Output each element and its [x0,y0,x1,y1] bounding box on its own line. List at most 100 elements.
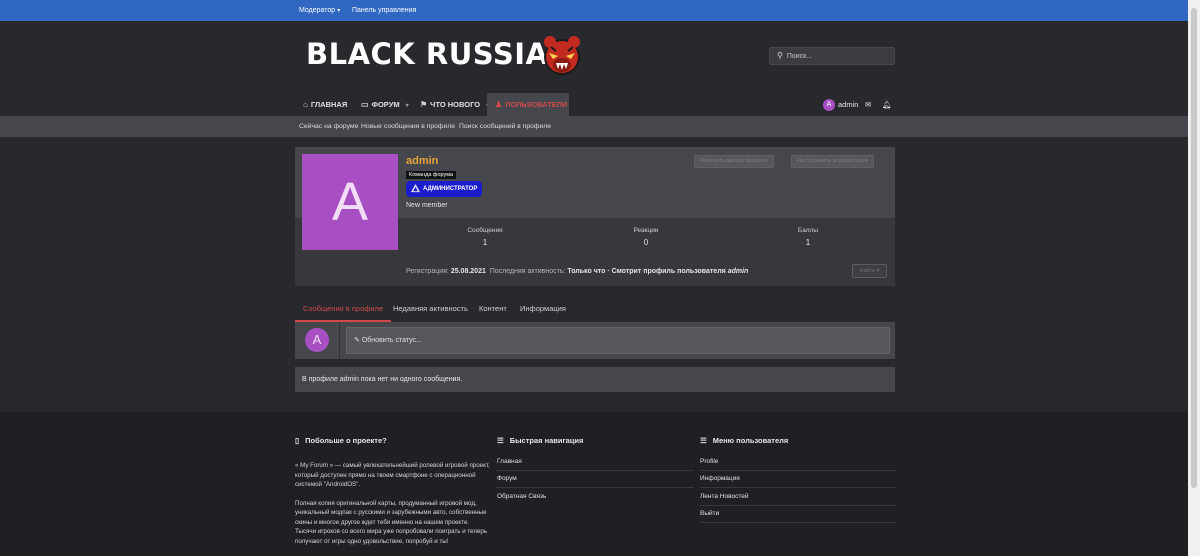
nav-title-label: Быстрая навигация [509,436,584,445]
last-activity-value: Только что · Смотрит профиль пользовател… [567,268,726,275]
admin-badge-label: АДМИНИСТРАТОР [423,186,478,192]
stat-reactions-label: Реакции [633,227,659,234]
user-title: New member [406,202,448,209]
search-placeholder: Поиск... [786,53,813,60]
bell-icon[interactable]: 🔔︎ [882,97,892,112]
chevron-down-icon: ▾ [864,158,868,164]
nav-tab-whats-new[interactable]: ⚑ЧТО НОВОГО▾ [420,93,489,116]
nav-tab-home[interactable]: ⌂ ГЛАВНАЯ [303,93,347,116]
nav-forum-label: ФОРУМ [371,100,400,109]
site-footer: ▯ Побольше о проекте? « My Forum » — самы… [0,412,1188,556]
last-activity-label: Последняя активность: [489,268,566,275]
user-menu[interactable]: Aadmin [823,97,858,112]
scrollbar[interactable] [1188,0,1200,556]
mail-icon[interactable]: ✉ [865,97,871,112]
about-paragraph-1: « My Forum » — самый увлекательнейший ро… [295,462,490,488]
tab-content[interactable]: Контент [479,299,507,322]
empty-profile-message: В профиле admin пока нет ни одного сообщ… [295,367,895,392]
moderator-tools-button[interactable]: Инструменты модератора ▾ [791,155,874,168]
nav-users-label: ПОЛЬЗОВАТЕЛИ [505,100,568,109]
moderator-label: Модератор [299,7,336,14]
profile-avatar[interactable]: A [302,154,398,250]
search-input[interactable]: ⚲ Поиск... [769,47,895,65]
divider [497,487,694,488]
find-button-label: Найти [859,268,876,274]
chevron-down-icon: ▾ [337,8,341,14]
status-placeholder: Обновить статус... [361,337,422,344]
tab-recent-activity[interactable]: Недавняя активность [393,299,468,322]
site-logo[interactable]: BLACK RUSSIA [306,37,548,71]
site-header: BLACK RUSSIA ⚲ Поиск... [0,21,1188,93]
footer-about-title: ▯ Побольше о проекте? [295,436,387,445]
scrollbar-thumb[interactable] [1191,8,1197,488]
list-icon: ☰ [700,436,707,445]
profile-card: A admin Команда форума АДМИНИСТРАТОР New… [295,147,895,286]
document-icon: ▯ [295,436,300,445]
shield-icon [411,184,420,193]
flag-icon: ⚑ [420,100,428,109]
chevron-down-icon[interactable]: ▾ [406,103,409,109]
subnav-new-profile-posts[interactable]: Новые сообщения в профиле [361,116,455,137]
profile-username: admin [406,155,439,167]
nav-tab-users[interactable]: ♟ ПОЛЬЗОВАТЕЛИ [487,93,569,116]
footer-link-feedback[interactable]: Обратная Связь [497,493,546,500]
bear-logo-icon[interactable] [541,33,583,77]
divider [497,470,694,471]
pencil-icon: ✎ [354,337,360,344]
subnav-search-profile-posts[interactable]: Поиск сообщений в профиле [459,116,551,137]
tab-profile-posts[interactable]: Сообщения в профиле [295,299,392,322]
control-panel-link[interactable]: Панель управления [352,0,416,21]
find-button[interactable]: Найти ▾ [852,264,887,278]
divider [700,505,896,506]
avatar[interactable]: A [305,328,329,352]
footer-link-forum[interactable]: Форум [497,475,517,482]
about-title-label: Побольше о проекте? [305,436,387,445]
chat-icon: ▭ [361,100,369,109]
status-composer: A ✎ Обновить статус... [295,322,895,359]
status-input[interactable]: ✎ Обновить статус... [346,327,890,354]
registration-info: Регистрация: 25.08.2021 Последняя активн… [406,268,748,275]
divider [700,470,896,471]
subnav-online[interactable]: Сейчас на форуме [299,116,358,137]
tab-information[interactable]: Информация [520,299,566,322]
edit-avatar-button[interactable]: Изменить аватар профиля [694,155,775,168]
reg-date: 25.08.2021 [450,268,486,275]
footer-link-info[interactable]: Информация [700,475,740,482]
users-icon: ♟ [495,100,503,109]
admin-badge: АДМИНИСТРАТОР [406,181,482,197]
chevron-down-icon: ▾ [876,268,880,274]
sub-nav: Сейчас на форуме Новые сообщения в профи… [0,116,1188,137]
main-nav: ⌂ГЛАВНАЯ ▭ФОРУМ ▾ ⚑ЧТО НОВОГО▾ ♟ПОЛЬЗОВАТ… [0,93,1188,116]
search-icon: ⚲ [777,51,783,60]
nav-whats-new-label: ЧТО НОВОГО [430,100,481,109]
footer-nav-title: ☰ Быстрая навигация [497,436,583,445]
divider [700,522,896,523]
moderator-menu[interactable]: Модератор ▾ [299,0,340,21]
nav-home-label: ГЛАВНАЯ [310,100,348,109]
stat-points-value[interactable]: 1 [768,238,848,247]
stat-reactions-value[interactable]: 0 [606,238,686,247]
footer-link-profile[interactable]: Profile [700,458,718,465]
stat-messages-label: Сообщения [467,227,503,234]
nav-tab-forum[interactable]: ▭ ФОРУМ ▾ [361,93,409,116]
list-icon: ☰ [497,436,504,445]
about-text: « My Forum » — самый увлекательнейший ро… [295,461,491,555]
divider [700,487,896,488]
stat-messages-value[interactable]: 1 [445,238,525,247]
reg-label: Регистрация: [406,268,449,275]
footer-link-logout[interactable]: Выйти [700,510,719,517]
stat-points-label: Баллы [797,227,819,234]
admin-bar: Модератор ▾ Панель управления [0,0,1188,21]
moderator-tools-label: Инструменты модератора [797,158,864,164]
divider [339,322,340,359]
profile-tabs: Сообщения в профиле Недавняя активность … [295,299,895,322]
last-activity-user[interactable]: admin [728,268,749,275]
team-label: Команда форума [406,171,457,179]
home-icon: ⌂ [303,100,308,109]
avatar: A [823,99,835,112]
user-title-label: Меню пользователя [712,436,789,445]
footer-link-newsfeed[interactable]: Лента Новостей [700,493,749,500]
footer-link-home[interactable]: Главная [497,458,522,465]
username-label: admin [838,100,859,109]
about-paragraph-2: Полная копия оригинальной карты, продума… [295,499,488,545]
